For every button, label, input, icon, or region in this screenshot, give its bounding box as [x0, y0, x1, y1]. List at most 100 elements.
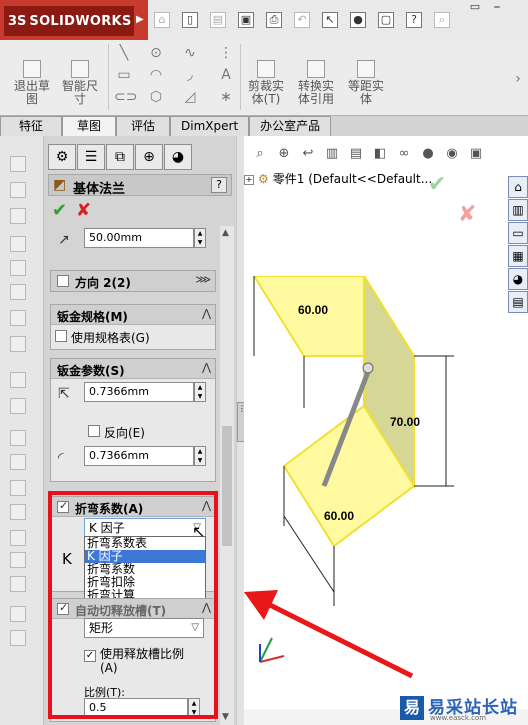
relief-type-select[interactable]: 矩形 ▽ — [84, 618, 204, 638]
restore-button[interactable]: ▭ — [464, 0, 486, 14]
scene-icon[interactable]: ◉ — [442, 144, 462, 164]
dimension-label-bottom[interactable]: 60.00 — [324, 509, 354, 523]
strip-tool-icon[interactable] — [10, 398, 26, 414]
d1-depth-field[interactable]: 50.00mm — [84, 228, 194, 248]
expand-icon[interactable]: + — [244, 174, 254, 185]
dimxpert-manager-tab-icon[interactable]: ⊕ — [135, 144, 163, 170]
bend-radius-spinner[interactable]: ▲ ▼ — [194, 446, 206, 466]
smart-dimension-button[interactable]: 智能尺 寸 — [58, 60, 102, 106]
strip-tool-icon[interactable] — [10, 606, 26, 622]
hide-show-icon[interactable]: ∞ — [394, 144, 414, 164]
collapse-chevron-icon[interactable]: ⋀ — [202, 499, 211, 512]
bend-allowance-header[interactable]: 折弯系数(A) ⋀ — [51, 497, 215, 517]
circle-tool-icon[interactable]: ⊙ — [146, 44, 166, 62]
strip-tool-icon[interactable] — [10, 552, 26, 568]
ratio-field[interactable]: 0.5 — [84, 698, 188, 718]
design-library-icon[interactable]: ▥ — [508, 199, 528, 221]
auto-relief-header[interactable]: 自动切释放槽(T) ⋀ — [51, 599, 215, 619]
toolbar-more-icon[interactable]: › — [508, 70, 528, 88]
help-icon[interactable]: ? — [406, 12, 422, 28]
dimension-label-height[interactable]: 70.00 — [390, 415, 420, 429]
mirror-tool-icon[interactable]: ⋮ — [216, 44, 236, 62]
strip-tool-icon[interactable] — [10, 504, 26, 520]
view-palette-icon[interactable]: ▦ — [508, 245, 528, 267]
convert-entities-button[interactable]: 转换实 体引用 — [294, 60, 338, 106]
direction2-checkbox[interactable] — [57, 275, 69, 287]
strip-tool-icon[interactable] — [10, 260, 26, 276]
collapse-chevron-icon[interactable]: ⋀ — [202, 601, 211, 614]
collapse-chevron-icon[interactable]: ⋀ — [202, 361, 211, 374]
thickness-spinner[interactable]: ▲ ▼ — [194, 382, 206, 402]
configuration-manager-tab-icon[interactable]: ⧉ — [106, 144, 134, 170]
zoom-area-icon[interactable]: ⊕ — [274, 144, 294, 164]
strip-tool-icon[interactable] — [10, 430, 26, 446]
sheet-params-header[interactable]: 钣金参数(S) ⋀ — [51, 359, 215, 379]
view-orientation-icon[interactable]: ▤ — [346, 144, 366, 164]
strip-tool-icon[interactable] — [10, 336, 26, 352]
strip-tool-icon[interactable] — [10, 630, 26, 646]
scroll-thumb[interactable] — [222, 426, 232, 546]
use-gauge-table-checkbox[interactable] — [55, 330, 67, 342]
save-icon[interactable]: ▣ — [238, 12, 254, 28]
line-tool-icon[interactable]: ╲ — [114, 44, 134, 62]
strip-tool-icon[interactable] — [10, 182, 26, 198]
select-icon[interactable]: ↖ — [322, 12, 338, 28]
rectangle-tool-icon[interactable]: ▭ — [114, 66, 134, 84]
text-tool-icon[interactable]: A — [216, 66, 236, 84]
strip-tool-icon[interactable] — [10, 372, 26, 388]
confirm-corner-cancel-icon[interactable]: ✘ — [458, 202, 476, 227]
ok-button[interactable]: ✔ — [52, 200, 67, 221]
reverse-checkbox[interactable] — [88, 425, 100, 437]
cancel-button[interactable]: ✘ — [76, 200, 91, 221]
tab-evaluate[interactable]: 评估 — [116, 116, 171, 136]
display-style-icon[interactable]: ◧ — [370, 144, 390, 164]
tab-office-products[interactable]: 办公室产品 — [249, 116, 332, 136]
thickness-field[interactable]: 0.7366mm — [84, 382, 194, 402]
strip-tool-icon[interactable] — [10, 236, 26, 252]
strip-tool-icon[interactable] — [10, 156, 26, 172]
reverse-option[interactable]: 反向(E) — [88, 422, 198, 440]
help-button[interactable]: ? — [211, 177, 227, 193]
open-icon[interactable]: ▤ — [210, 12, 226, 28]
new-document-icon[interactable]: ▯ — [182, 12, 198, 28]
zoom-to-fit-icon[interactable]: ⌕ — [250, 144, 270, 164]
graphics-area[interactable]: ⌕ ⊕ ↩ ▥ ▤ ◧ ∞ ● ◉ ▣ + ⚙ 零件1 (Default<<Defa… — [244, 136, 528, 725]
slot-tool-icon[interactable]: ⊂⊃ — [114, 88, 137, 106]
tab-features[interactable]: 特征 — [0, 116, 63, 136]
bend-allowance-checkbox[interactable] — [57, 499, 69, 513]
fillet-tool-icon[interactable]: ◞ — [180, 66, 200, 84]
strip-tool-icon[interactable] — [10, 480, 26, 496]
scroll-down-icon[interactable]: ▼ — [222, 712, 229, 722]
menu-arrow-icon[interactable]: ▶ — [136, 14, 144, 25]
strip-tool-icon[interactable] — [10, 208, 26, 224]
use-relief-ratio-checkbox[interactable]: ✓ — [84, 650, 96, 662]
undo-icon[interactable]: ↶ — [294, 12, 310, 28]
feature-tree-flyout[interactable]: + ⚙ 零件1 (Default<<Default... — [244, 170, 432, 187]
sheet-gauge-header[interactable]: 钣金规格(M) ⋀ — [51, 305, 215, 325]
trim-entities-button[interactable]: 剪裁实 体(T) — [244, 60, 288, 106]
view-settings-icon[interactable]: ▣ — [466, 144, 486, 164]
auto-relief-checkbox[interactable] — [57, 601, 69, 615]
home-icon[interactable]: ⌂ — [508, 176, 528, 198]
scroll-up-icon[interactable]: ▲ — [222, 228, 229, 238]
confirm-corner-ok-icon[interactable]: ✔ — [428, 172, 446, 197]
strip-tool-icon[interactable] — [10, 454, 26, 470]
options-icon[interactable]: ▢ — [378, 12, 394, 28]
strip-tool-icon[interactable] — [10, 530, 26, 546]
display-manager-tab-icon[interactable]: ◕ — [164, 144, 192, 170]
rebuild-icon[interactable]: ● — [350, 12, 366, 28]
exit-sketch-button[interactable]: 退出草 图 — [10, 60, 54, 106]
strip-tool-icon[interactable] — [10, 310, 26, 326]
offset-entities-button[interactable]: 等距实 体 — [344, 60, 388, 106]
plane-tool-icon[interactable]: ◿ — [180, 88, 200, 106]
solidworks-logo[interactable]: 3S SOLIDWORKS — [4, 6, 134, 36]
strip-tool-icon[interactable] — [10, 284, 26, 300]
search-icon[interactable]: ⌕ — [434, 12, 450, 28]
direction2-header[interactable]: 方向 2(2) ⋙ — [51, 271, 215, 291]
rotation-handle-icon[interactable] — [362, 362, 374, 374]
collapse-chevron-icon[interactable]: ⋀ — [202, 307, 211, 320]
bend-allowance-select[interactable]: K 因子 ▽ — [84, 518, 206, 538]
tab-sketch[interactable]: 草图 — [62, 116, 117, 136]
strip-tool-icon[interactable] — [10, 576, 26, 592]
use-gauge-table-option[interactable]: 使用规格表(G) — [55, 327, 211, 345]
